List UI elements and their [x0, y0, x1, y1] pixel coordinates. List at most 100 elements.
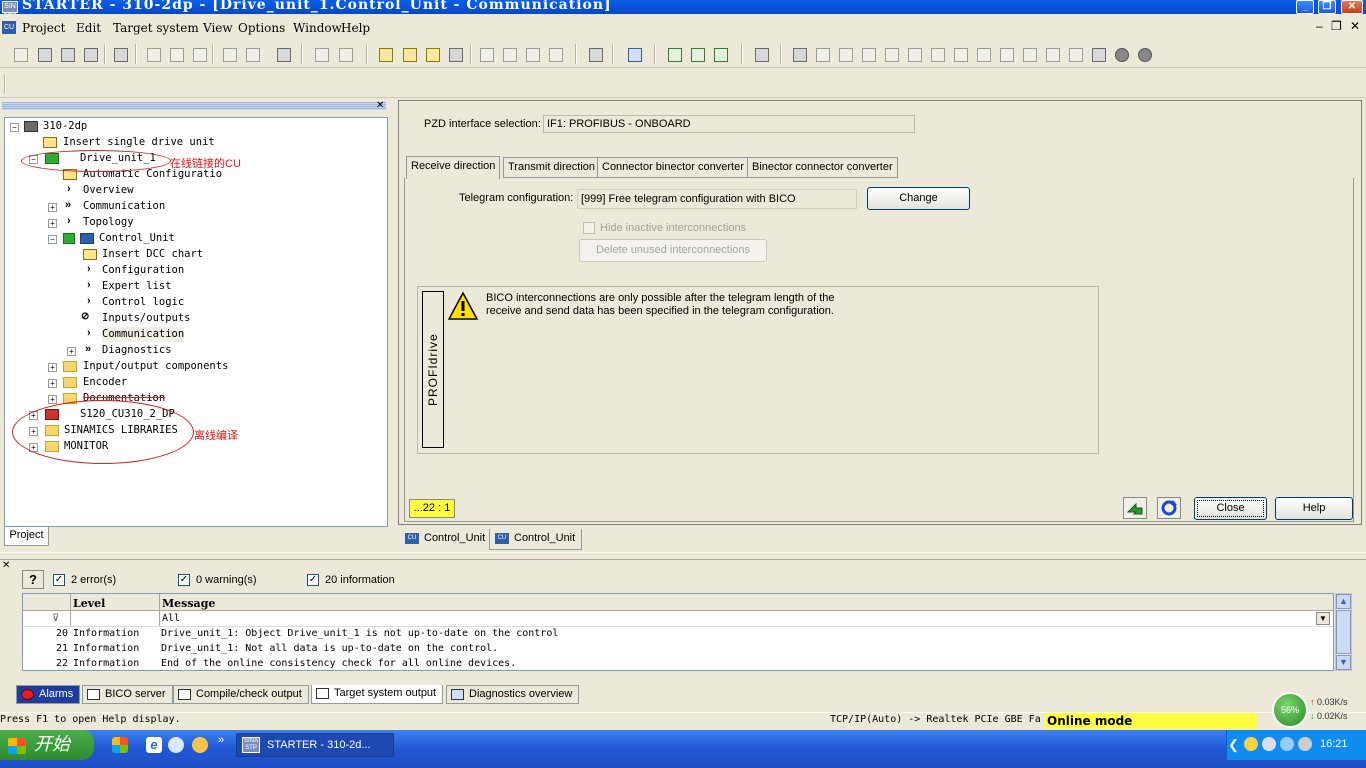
menu-project[interactable]: Project [22, 21, 65, 35]
download-icon[interactable] [399, 44, 419, 64]
tool-s-icon[interactable] [1065, 44, 1085, 64]
hide-inactive-checkbox[interactable] [583, 222, 595, 234]
warnings-checkbox[interactable]: ✓ [178, 574, 190, 586]
trace-icon[interactable] [664, 44, 684, 64]
cut-icon[interactable] [143, 44, 163, 64]
messenger-icon[interactable] [192, 737, 208, 753]
info-checkbox[interactable]: ✓ [307, 574, 319, 586]
quick-launch-expand-icon[interactable]: » [218, 734, 224, 746]
tool-m-icon[interactable] [927, 44, 947, 64]
tab-connector-binector[interactable]: Connector binector converter [597, 157, 749, 178]
tray-network-icon[interactable] [1280, 737, 1294, 751]
tool-h-icon[interactable] [812, 44, 832, 64]
tool-x1-icon[interactable] [311, 44, 331, 64]
scroll-down-icon[interactable]: ▼ [1336, 655, 1351, 670]
tool-j-icon[interactable] [858, 44, 878, 64]
print-icon[interactable] [110, 44, 130, 64]
tree-item-insert-drive[interactable]: Insert single drive unit [63, 135, 215, 150]
tab-target-system-output[interactable]: Target system output [311, 685, 444, 704]
tree-item-communication[interactable]: Communication [83, 199, 165, 214]
help-button[interactable]: Help [1275, 497, 1353, 520]
tool-g-icon[interactable] [789, 44, 809, 64]
expand-icon[interactable]: + [48, 395, 57, 404]
quick-launch-windows-icon[interactable] [112, 737, 128, 753]
expand-icon[interactable]: + [48, 203, 57, 212]
paste-icon[interactable] [189, 44, 209, 64]
pzd-interface-field[interactable]: IF1: PROFIBUS - ONBOARD [543, 115, 915, 133]
mdi-close-icon[interactable]: ✕ [1350, 19, 1360, 33]
clock[interactable]: 16:21 [1320, 738, 1348, 750]
menu-options[interactable]: Options [238, 21, 285, 35]
tool-n-icon[interactable] [950, 44, 970, 64]
help-question-icon[interactable]: ? [22, 570, 44, 589]
browser-icon[interactable] [168, 737, 184, 753]
tab-binector-connector[interactable]: Binector connector converter [747, 157, 898, 178]
close-window-icon[interactable]: ✕ [1341, 0, 1363, 14]
tab-compile-check[interactable]: Compile/check output [173, 685, 309, 704]
close-button[interactable]: Close [1194, 497, 1267, 520]
tree-item-diagnostics[interactable]: Diagnostics [102, 343, 172, 358]
workbench-tab-control-unit-2[interactable]: CU Control_Unit [489, 529, 582, 550]
minimize-icon[interactable]: _ [1296, 0, 1314, 14]
tree-item-communication-selected[interactable]: Communication [102, 327, 185, 342]
tool-l-icon[interactable] [904, 44, 924, 64]
save-compile-icon[interactable] [80, 44, 100, 64]
tool-v-icon[interactable] [1134, 44, 1154, 64]
tree-item-expert-list[interactable]: Expert list [102, 279, 172, 294]
tray-add-icon[interactable] [1244, 737, 1258, 751]
upload-icon[interactable] [422, 44, 442, 64]
expand-icon[interactable]: + [67, 347, 76, 356]
tree-item-topology[interactable]: Topology [83, 215, 134, 230]
open-icon[interactable] [34, 44, 54, 64]
tree-item-project[interactable]: 310-2dp [43, 119, 87, 134]
menu-help[interactable]: Help [341, 21, 370, 35]
context-help-icon[interactable] [273, 44, 293, 64]
filter-icon[interactable]: ⊽ [52, 613, 59, 624]
undo-icon[interactable] [219, 44, 239, 64]
tool-u-icon[interactable] [1111, 44, 1131, 64]
delete-unused-button[interactable]: Delete unused interconnections [579, 239, 767, 262]
tool-p-icon[interactable] [996, 44, 1016, 64]
network-meter[interactable]: 56% [1272, 692, 1308, 728]
scroll-thumb[interactable] [1336, 610, 1351, 654]
tool-e-icon[interactable] [585, 44, 605, 64]
filter-dropdown-icon[interactable]: ▼ [1316, 612, 1330, 625]
tab-transmit-direction[interactable]: Transmit direction [503, 157, 601, 178]
connect-icon[interactable] [375, 44, 395, 64]
measurement-icon[interactable] [687, 44, 707, 64]
change-button[interactable]: Change [867, 187, 970, 210]
expand-icon[interactable]: + [48, 363, 57, 372]
filter-value[interactable]: All [162, 613, 180, 624]
tree-item-control-logic[interactable]: Control logic [102, 295, 184, 310]
menu-edit[interactable]: Edit [76, 21, 101, 35]
column-level[interactable]: Level [73, 597, 105, 610]
collapse-icon[interactable]: − [48, 235, 57, 244]
expand-icon[interactable]: + [48, 379, 57, 388]
vertical-scrollbar[interactable]: ▲ ▼ [1335, 593, 1352, 671]
tool-f-icon[interactable] [751, 44, 771, 64]
tab-diagnostics-overview[interactable]: Diagnostics overview [446, 685, 580, 704]
tool-a-icon[interactable] [476, 44, 496, 64]
collapse-icon[interactable]: − [10, 123, 19, 132]
tray-volume-icon[interactable] [1298, 737, 1312, 751]
menu-view[interactable]: View [203, 21, 233, 35]
tool-o-icon[interactable] [973, 44, 993, 64]
tab-receive-direction[interactable]: Receive direction [406, 156, 501, 179]
target-device-icon[interactable] [445, 44, 465, 64]
tab-bico-server[interactable]: BICO server [82, 685, 173, 704]
menu-window[interactable]: Window [293, 21, 342, 35]
tree-item-control-unit[interactable]: Control_Unit [99, 231, 175, 246]
tree-item-inputs-outputs[interactable]: Inputs/outputs [102, 311, 191, 326]
ie-icon[interactable]: e [146, 737, 162, 753]
tool-x2-icon[interactable] [335, 44, 355, 64]
tool-c-icon[interactable] [522, 44, 542, 64]
mdi-minimize-icon[interactable]: – [1316, 19, 1323, 33]
tool-k-icon[interactable] [881, 44, 901, 64]
output-close-icon[interactable]: ✕ [2, 560, 10, 571]
scroll-up-icon[interactable]: ▲ [1336, 594, 1351, 609]
tray-input-icon[interactable] [1262, 737, 1276, 751]
save-icon[interactable] [57, 44, 77, 64]
tree-item-configuration[interactable]: Configuration [102, 263, 184, 278]
workbench-tab-control-unit-1[interactable]: CU Control_Unit [400, 529, 486, 550]
tool-i-icon[interactable] [835, 44, 855, 64]
